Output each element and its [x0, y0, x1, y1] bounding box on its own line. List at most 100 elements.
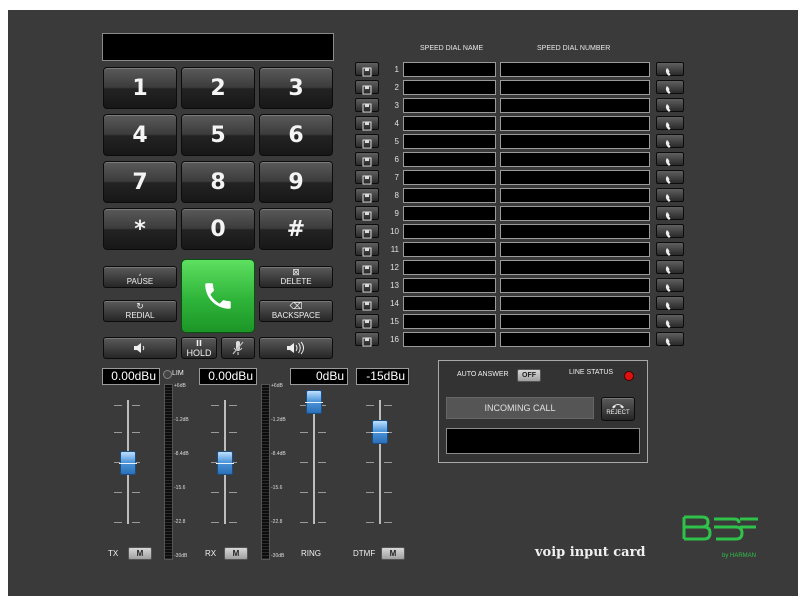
pause-button[interactable]: , PAUSE [103, 266, 177, 288]
call-button[interactable] [181, 259, 255, 333]
speed-dial-index: 3 [394, 101, 399, 110]
speed-dial-name-field[interactable] [403, 224, 496, 239]
key-9[interactable]: 9 [259, 161, 333, 203]
rx-mute-button[interactable]: M [224, 547, 248, 560]
speed-dial-number-field[interactable] [500, 332, 650, 347]
backspace-button[interactable]: ⌫ BACKSPACE [259, 300, 333, 322]
key-2[interactable]: 2 [181, 67, 255, 109]
speed-dial-call-button[interactable] [656, 116, 684, 130]
save-icon[interactable] [355, 134, 379, 149]
save-icon[interactable] [355, 278, 379, 293]
save-icon[interactable] [355, 152, 379, 167]
speed-dial-call-button[interactable] [656, 332, 684, 346]
speed-dial-call-button[interactable] [656, 224, 684, 238]
auto-answer-toggle[interactable]: OFF [517, 369, 541, 382]
hold-button[interactable]: II HOLD [181, 337, 217, 359]
speed-dial-name-field[interactable] [403, 278, 496, 293]
speed-dial-name-field[interactable] [403, 332, 496, 347]
delete-button[interactable]: ⊠ DELETE [259, 266, 333, 288]
tx-fader-thumb[interactable] [119, 451, 137, 475]
speed-dial-number-field[interactable] [500, 296, 650, 311]
rx-fader-thumb[interactable] [216, 451, 234, 475]
speed-dial-name-field[interactable] [403, 98, 496, 113]
speed-dial-number-field[interactable] [500, 206, 650, 221]
save-icon[interactable] [355, 80, 379, 95]
speed-dial-call-button[interactable] [656, 242, 684, 256]
mute-mic-button[interactable] [221, 337, 255, 359]
speed-dial-name-field[interactable] [403, 170, 496, 185]
speed-dial-call-button[interactable] [656, 314, 684, 328]
save-icon[interactable] [355, 62, 379, 77]
key-5[interactable]: 5 [181, 114, 255, 156]
speed-dial-number-field[interactable] [500, 278, 650, 293]
speed-dial-number-field[interactable] [500, 260, 650, 275]
speed-dial-name-field[interactable] [403, 206, 496, 221]
save-icon[interactable] [355, 188, 379, 203]
speed-dial-number-field[interactable] [500, 80, 650, 95]
speed-dial-index: 8 [394, 191, 399, 200]
speed-dial-name-field[interactable] [403, 62, 496, 77]
speed-dial-name-field[interactable] [403, 134, 496, 149]
key-7[interactable]: 7 [103, 161, 177, 203]
key-4[interactable]: 4 [103, 114, 177, 156]
speed-dial-call-button[interactable] [656, 188, 684, 202]
speed-dial-name-field[interactable] [403, 296, 496, 311]
speed-dial-name-field[interactable] [403, 314, 496, 329]
ring-fader-thumb[interactable] [305, 390, 323, 414]
speed-dial-name-field[interactable] [403, 80, 496, 95]
save-icon[interactable] [355, 242, 379, 257]
volume-up-button[interactable] [259, 337, 333, 359]
save-icon[interactable] [355, 206, 379, 221]
speed-dial-number-field[interactable] [500, 224, 650, 239]
save-icon[interactable] [355, 170, 379, 185]
save-icon[interactable] [355, 314, 379, 329]
save-icon[interactable] [355, 98, 379, 113]
redial-button[interactable]: ↻ REDIAL [103, 300, 177, 322]
tx-mute-button[interactable]: M [128, 547, 152, 560]
speed-dial-number-field[interactable] [500, 152, 650, 167]
key-3[interactable]: 3 [259, 67, 333, 109]
speed-dial-number-field[interactable] [500, 314, 650, 329]
speed-dial-name-field[interactable] [403, 242, 496, 257]
tx-label: TX [108, 549, 119, 558]
speed-dial-number-field[interactable] [500, 98, 650, 113]
key-8[interactable]: 8 [181, 161, 255, 203]
speed-dial-call-button[interactable] [656, 80, 684, 94]
save-icon[interactable] [355, 296, 379, 311]
save-icon[interactable] [355, 332, 379, 347]
reject-button[interactable]: REJECT [601, 397, 635, 421]
speed-dial-name-field[interactable] [403, 116, 496, 131]
speed-dial-call-button[interactable] [656, 134, 684, 148]
speed-dial-call-button[interactable] [656, 260, 684, 274]
speed-dial-number-field[interactable] [500, 242, 650, 257]
speed-dial-call-button[interactable] [656, 206, 684, 220]
key-hash[interactable]: # [259, 208, 333, 250]
speed-dial-number-field[interactable] [500, 62, 650, 77]
speed-dial-number-field[interactable] [500, 134, 650, 149]
speed-dial-call-button[interactable] [656, 98, 684, 112]
key-1[interactable]: 1 [103, 67, 177, 109]
speed-dial-name-field[interactable] [403, 152, 496, 167]
save-icon[interactable] [355, 260, 379, 275]
key-star[interactable]: * [103, 208, 177, 250]
dtmf-mute-button[interactable]: M [381, 547, 405, 560]
speed-dial-call-button[interactable] [656, 296, 684, 310]
key-6[interactable]: 6 [259, 114, 333, 156]
speed-dial-call-button[interactable] [656, 152, 684, 166]
phone-icon [665, 158, 671, 166]
speed-dial-number-field[interactable] [500, 170, 650, 185]
save-icon[interactable] [355, 224, 379, 239]
dtmf-fader-thumb[interactable] [371, 420, 389, 444]
volume-down-button[interactable] [103, 337, 177, 359]
speed-dial-call-button[interactable] [656, 170, 684, 184]
speed-dial-name-field[interactable] [403, 260, 496, 275]
speed-dial-number-field[interactable] [500, 188, 650, 203]
speed-dial-call-button[interactable] [656, 62, 684, 76]
phone-icon [665, 302, 671, 310]
key-0[interactable]: 0 [181, 208, 255, 250]
speed-dial-number-field[interactable] [500, 116, 650, 131]
lim-label: LIM [172, 370, 184, 377]
save-icon[interactable] [355, 116, 379, 131]
speed-dial-name-field[interactable] [403, 188, 496, 203]
speed-dial-call-button[interactable] [656, 278, 684, 292]
